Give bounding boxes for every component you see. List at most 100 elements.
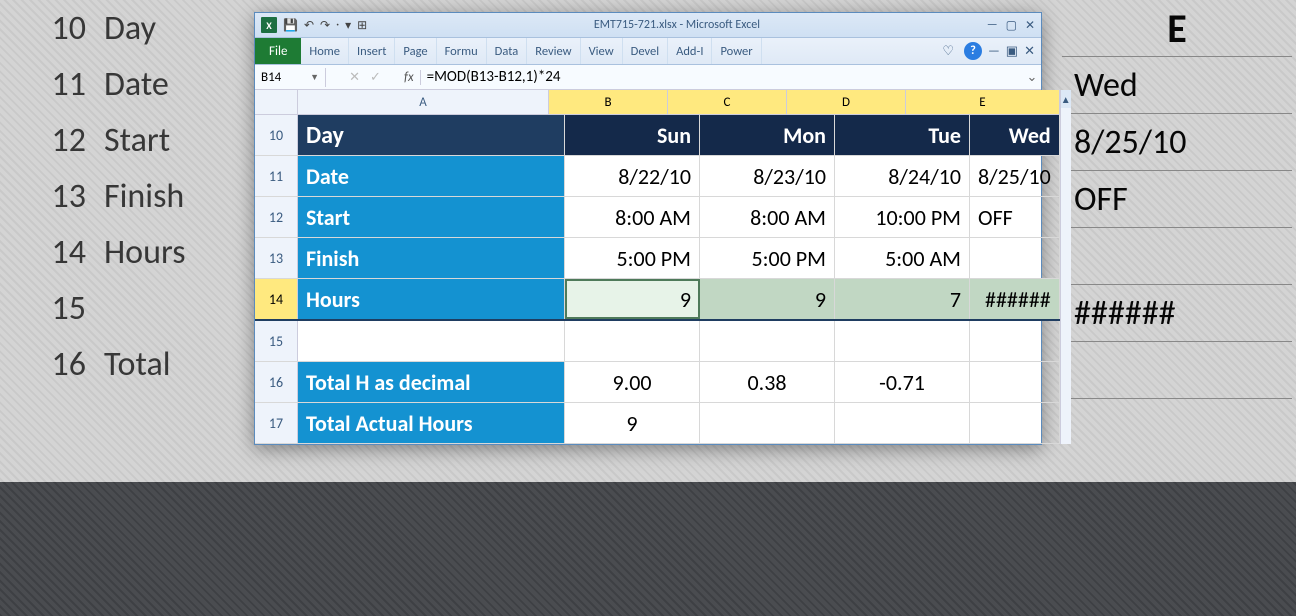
bg-row-number: 13 [8,176,96,217]
cell[interactable]: 8/24/10 [835,156,970,196]
bg-e-cell: Wed [1062,56,1292,113]
cell[interactable] [565,321,700,361]
formula-bar: B14 ▼ ✕ ✓ fx =MOD(B13-B12,1)*24 ⌄ [255,65,1041,90]
expand-formula-bar-icon[interactable]: ⌄ [1023,70,1041,85]
bg-e-cell [1062,398,1292,455]
ribbon-tab[interactable]: Review [527,38,580,64]
cell[interactable]: Hours [298,279,565,319]
redo-icon[interactable]: ↷ [320,18,330,33]
row-header[interactable]: 11 [255,156,298,196]
cell[interactable] [970,238,1060,278]
cell[interactable]: Total Actual Hours [298,403,565,443]
save-icon[interactable]: 💾 [283,18,298,33]
cell[interactable]: 8/22/10 [565,156,700,196]
file-tab[interactable]: File [255,38,301,64]
cell[interactable]: 8:00 AM [565,197,700,237]
cell[interactable]: 9 [565,403,700,443]
quick-access-toolbar: 💾 ↶ ↷ · ▾ ⊞ [283,18,367,33]
vertical-scrollbar[interactable]: ▲ [1060,90,1071,444]
ribbon: File HomeInsertPageFormuDataReviewViewDe… [255,38,1041,65]
cell[interactable]: 0.38 [700,362,835,402]
bg-row-label: Date [96,64,254,105]
ribbon-tab[interactable]: Devel [623,38,668,64]
cell[interactable] [970,321,1060,361]
undo-icon[interactable]: ↶ [304,18,314,33]
cell[interactable]: 5:00 PM [700,238,835,278]
cell[interactable]: Finish [298,238,565,278]
cell[interactable] [970,362,1060,402]
row-header[interactable]: 10 [255,115,298,155]
qat-tool-icon[interactable]: ⊞ [357,18,367,33]
row-header[interactable]: 15 [255,321,298,361]
row-header[interactable]: 16 [255,362,298,402]
cell[interactable]: 5:00 PM [565,238,700,278]
bg-row-label: Start [96,120,254,161]
ribbon-tab[interactable]: Page [395,38,436,64]
ribbon-tab[interactable]: Add-I [668,38,712,64]
ribbon-tab[interactable]: Data [487,38,528,64]
cell[interactable] [700,403,835,443]
doc-close-icon[interactable]: ✕ [1024,44,1035,59]
cell[interactable]: Date [298,156,565,196]
row-header[interactable]: 14 [255,279,298,319]
cell[interactable]: 9 [565,279,700,319]
cell[interactable]: -0.71 [835,362,970,402]
maximize-button[interactable]: ▢ [1006,18,1017,33]
cell[interactable]: 8/25/10 [970,156,1060,196]
cell[interactable] [835,321,970,361]
help-icon[interactable]: ? [964,42,982,60]
cell[interactable]: Tue [835,115,970,155]
formula-input[interactable]: =MOD(B13-B12,1)*24 [427,68,1023,86]
bg-col-e-header: E [1062,0,1292,56]
cell[interactable] [835,403,970,443]
cell[interactable]: Sun [565,115,700,155]
cell[interactable] [700,321,835,361]
cell[interactable]: 7 [835,279,970,319]
qat-more-icon[interactable]: ▾ [345,18,351,33]
col-header-a[interactable]: A [298,90,549,114]
doc-minimize-icon[interactable]: — [988,44,1000,59]
ribbon-heart-icon[interactable]: ♡ [942,44,954,59]
row-header[interactable]: 13 [255,238,298,278]
ribbon-tab[interactable]: Home [301,38,349,64]
cell[interactable]: 5:00 AM [835,238,970,278]
minimize-button[interactable]: — [987,18,998,33]
cancel-formula-icon[interactable]: ✕ [349,70,360,85]
row-header[interactable]: 12 [255,197,298,237]
cell[interactable]: 8:00 AM [700,197,835,237]
cell[interactable]: OFF [970,197,1060,237]
window-title: EMT715-721.xlsx - Microsoft Excel [367,18,987,32]
cell[interactable]: Start [298,197,565,237]
cell[interactable]: Day [298,115,565,155]
col-header-e[interactable]: E [906,90,1060,114]
cell[interactable]: 10:00 PM [835,197,970,237]
doc-restore-icon[interactable]: ▣ [1006,44,1018,59]
fx-icon[interactable]: fx [404,70,421,85]
ribbon-tab[interactable]: Formu [437,38,487,64]
cell[interactable]: 8/23/10 [700,156,835,196]
row-header[interactable]: 17 [255,403,298,443]
bg-row-number: 14 [8,232,96,273]
cell[interactable]: Wed [970,115,1060,155]
col-header-b[interactable]: B [549,90,668,114]
name-box[interactable]: B14 ▼ [255,68,326,87]
select-all-corner[interactable] [255,90,298,114]
close-button[interactable]: ✕ [1025,18,1035,33]
ribbon-tab[interactable]: Insert [349,38,395,64]
cell[interactable]: Total H as decimal [298,362,565,402]
ribbon-tab[interactable]: View [581,38,623,64]
col-header-c[interactable]: C [668,90,787,114]
ribbon-tab[interactable]: Power [712,38,761,64]
cell[interactable] [298,321,565,361]
bg-row-label: Total [96,344,254,385]
cell[interactable]: 9.00 [565,362,700,402]
scroll-up-icon[interactable]: ▲ [1061,90,1071,108]
bg-row-number: 12 [8,120,96,161]
name-box-dropdown-icon[interactable]: ▼ [310,72,319,83]
cell[interactable]: 9 [700,279,835,319]
cell[interactable]: ###### [970,279,1060,319]
enter-formula-icon[interactable]: ✓ [370,70,381,85]
cell[interactable]: Mon [700,115,835,155]
cell[interactable] [970,403,1060,443]
col-header-d[interactable]: D [787,90,906,114]
